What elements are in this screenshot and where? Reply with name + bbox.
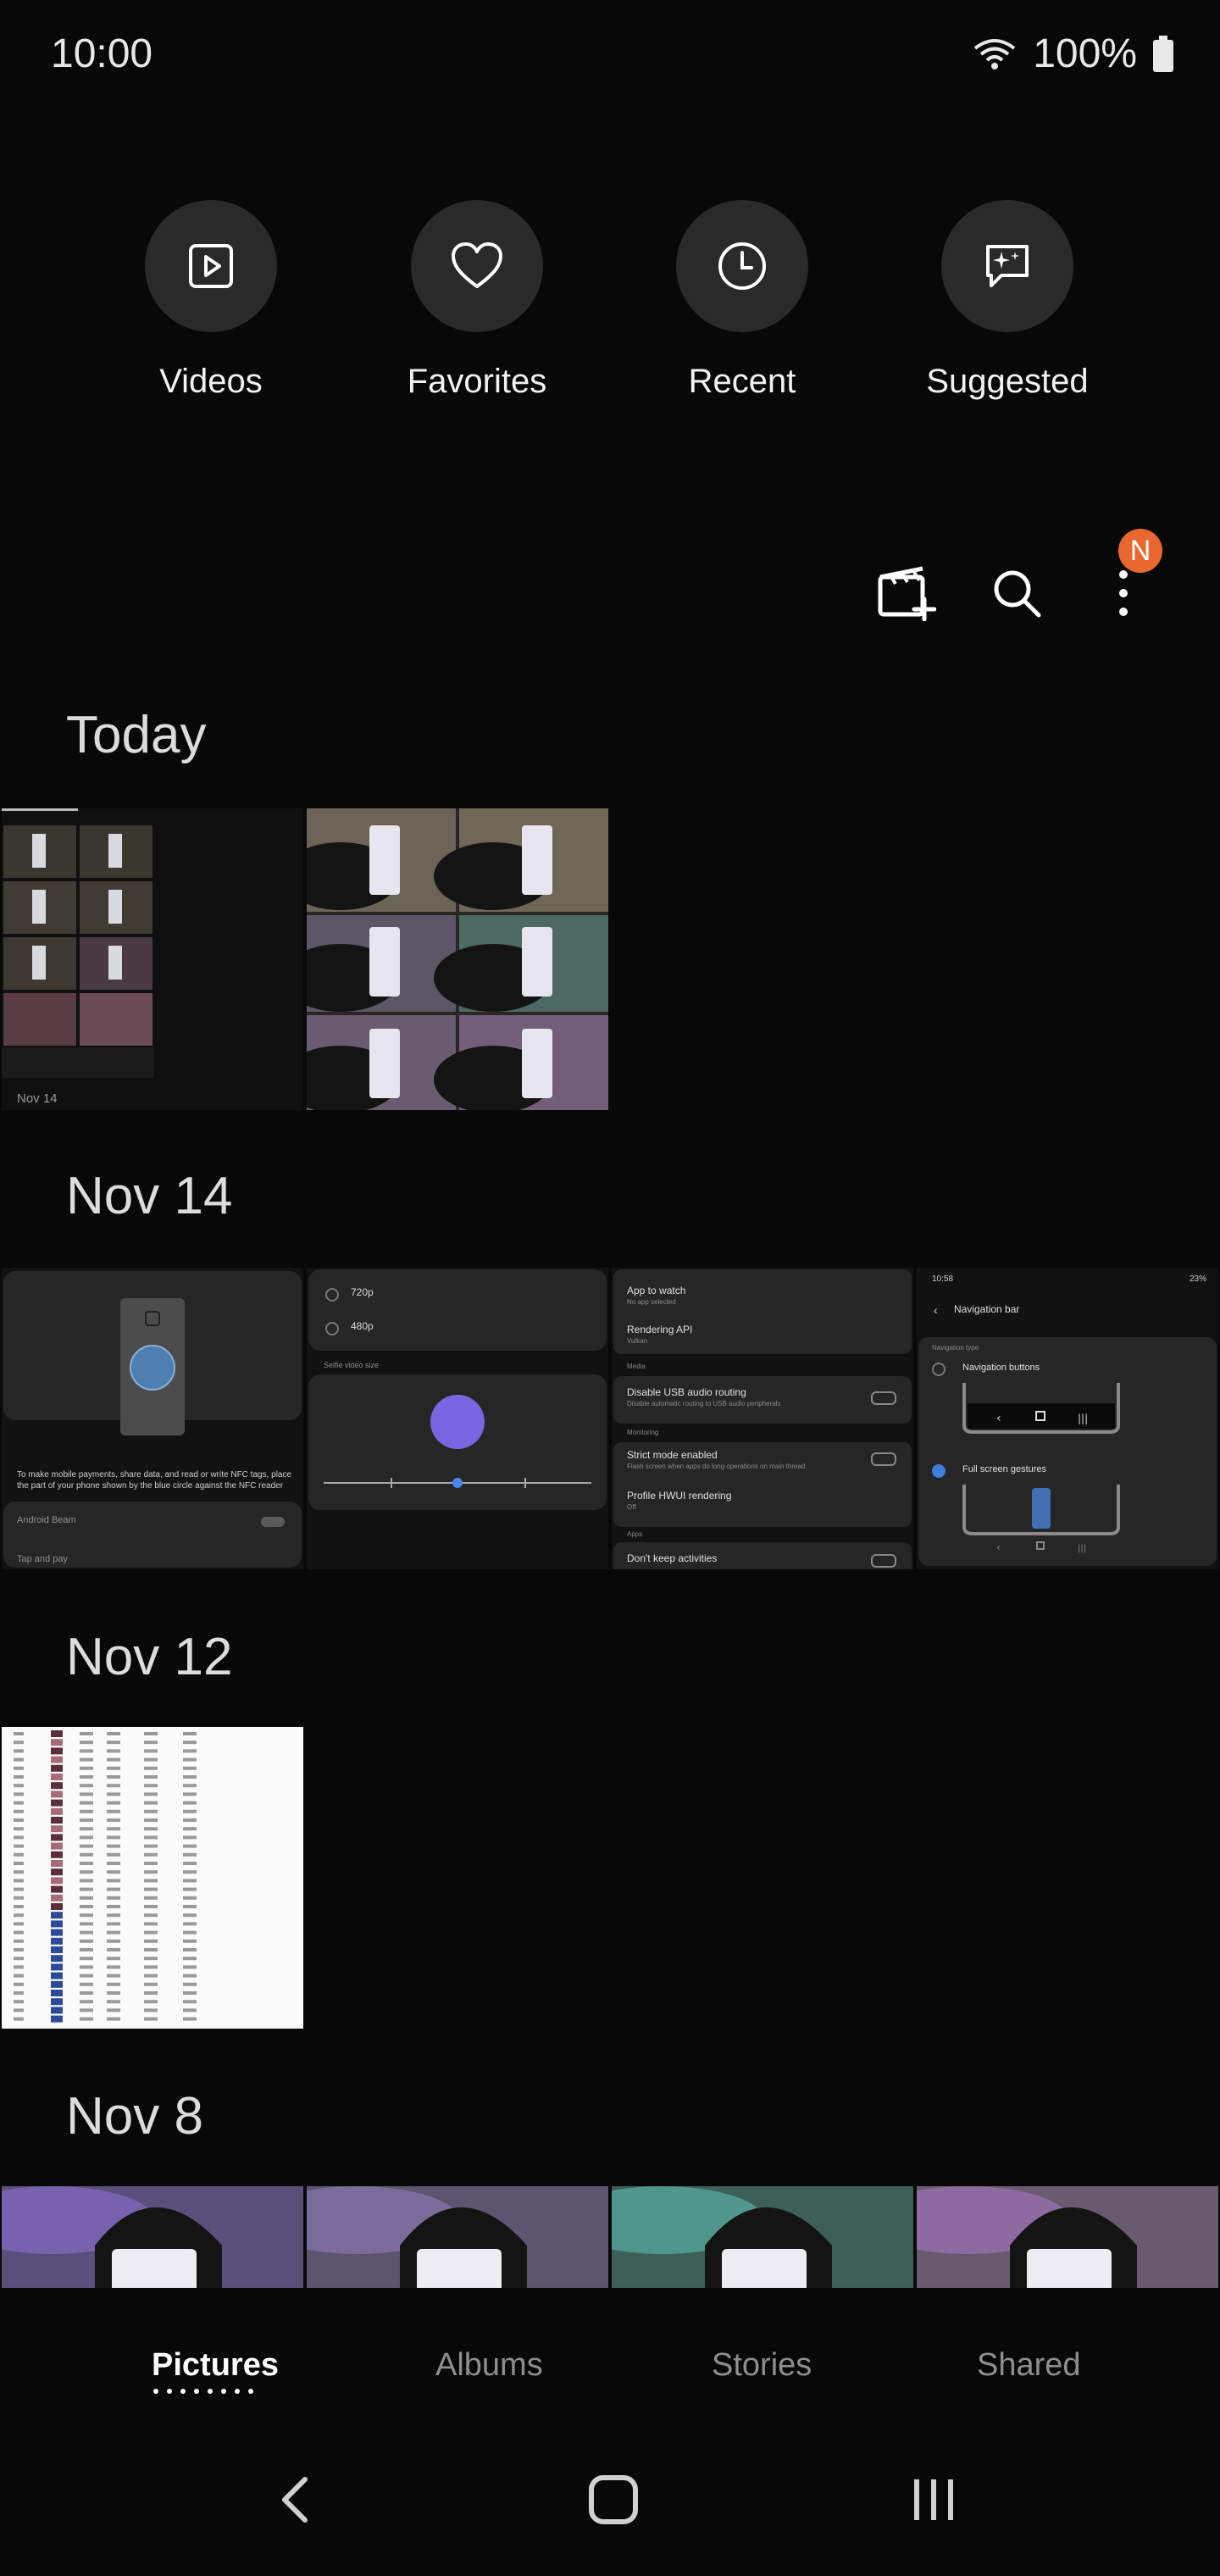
setting-app-to-watch: App to watch — [627, 1285, 686, 1296]
photo-thumbnail[interactable] — [307, 2186, 608, 2288]
active-tab-indicator — [153, 2389, 253, 2394]
avatar — [430, 1395, 485, 1449]
home-button[interactable] — [529, 2423, 698, 2576]
tab-stories[interactable]: Stories — [712, 2347, 812, 2384]
favorites-label: Favorites — [407, 363, 547, 400]
recent-label: Recent — [688, 363, 796, 400]
phone-preview-gestures: ‹ ||| — [962, 1485, 1120, 1553]
setting-rendering-api: Rendering API — [627, 1324, 693, 1335]
status-time: 10:00 — [51, 31, 153, 76]
clock-icon — [718, 242, 766, 290]
spreadsheet-thumbnail — [2, 1727, 303, 2029]
tab-shared[interactable]: Shared — [977, 2347, 1081, 2384]
clapper-plus-icon — [878, 566, 936, 621]
photo-thumbnail-image — [2, 2186, 303, 2288]
wifi-icon — [974, 38, 1016, 69]
nfc-instruction-text: To make mobile payments, share data, and… — [17, 1470, 292, 1491]
recents-icon — [914, 2479, 953, 2520]
photo-thumbnail[interactable] — [917, 2186, 1218, 2288]
photo-thumbnail[interactable]: Nov 14 — [2, 808, 303, 1110]
heart-icon — [452, 242, 502, 288]
status-icons: 100% — [972, 31, 1174, 77]
search-icon — [994, 570, 1041, 618]
sparkle-chat-icon — [986, 245, 1029, 287]
back-arrow-icon: ‹ — [934, 1303, 938, 1317]
tab-albums[interactable]: Albums — [435, 2347, 543, 2384]
section-title-nov-12: Nov 12 — [66, 1628, 233, 1686]
phone-nfc-graphic — [120, 1298, 185, 1435]
system-navigation-bar — [0, 2423, 1220, 2576]
photo-thumbnail-image — [307, 2186, 608, 2288]
photo-thumbnail[interactable] — [2, 2186, 303, 2288]
photo-thumbnail[interactable]: App to watch No app selected Rendering A… — [612, 1268, 913, 1569]
setting-disable-usb-audio: Disable USB audio routing — [627, 1386, 746, 1398]
tap-and-pay-label: Tap and pay — [17, 1554, 68, 1564]
photo-thumbnail[interactable]: To make mobile payments, share data, and… — [2, 1268, 303, 1569]
photo-thumbnail-image — [917, 2186, 1218, 2288]
svg-text:|||: ||| — [1078, 1544, 1086, 1553]
setting-strict-mode: Strict mode enabled — [627, 1449, 718, 1461]
android-beam-label: Android Beam — [17, 1515, 76, 1525]
photo-thumbnail-image — [612, 2186, 913, 2288]
screen-title: Navigation bar — [954, 1303, 1020, 1315]
phone-preview-buttons: ‹ ||| — [962, 1383, 1120, 1434]
favorites-shortcut[interactable]: Favorites — [367, 200, 587, 401]
battery-percent: 100% — [1033, 31, 1137, 76]
more-vertical-icon — [1119, 570, 1128, 616]
photo-thumbnail[interactable] — [612, 2186, 913, 2288]
screenshot-gallery-thumbnail — [2, 808, 303, 1110]
battery-icon — [1153, 35, 1173, 72]
option-480p: 480p — [351, 1320, 374, 1332]
svg-text:|||: ||| — [1078, 1413, 1088, 1424]
create-movie-button[interactable] — [864, 542, 949, 644]
quick-access-row: Videos Favorites Recent Suggested — [0, 200, 1220, 403]
tab-pictures[interactable]: Pictures — [152, 2347, 279, 2384]
strict-mode-toggle — [871, 1452, 896, 1466]
svg-text:‹: ‹ — [996, 1412, 1001, 1425]
suggested-shortcut[interactable]: Suggested — [897, 200, 1117, 401]
option-full-screen-gestures: Full screen gestures — [962, 1464, 1047, 1474]
recents-button[interactable] — [849, 2423, 1018, 2576]
android-beam-toggle — [261, 1517, 285, 1527]
back-button[interactable] — [210, 2423, 380, 2576]
videos-label: Videos — [159, 363, 263, 400]
option-720p: 720p — [351, 1286, 374, 1298]
thumbnail-caption: Nov 14 — [17, 1091, 58, 1106]
gallery-toolbar: N — [864, 529, 1186, 644]
search-button[interactable] — [974, 542, 1059, 644]
photo-collage-thumbnail — [307, 808, 608, 1110]
usb-audio-toggle — [871, 1391, 896, 1405]
setting-dont-keep-activities: Don't keep activities — [627, 1552, 718, 1564]
suggested-label: Suggested — [926, 363, 1089, 400]
play-box-icon — [189, 244, 233, 288]
photo-thumbnail[interactable] — [307, 808, 608, 1110]
svg-text:‹: ‹ — [996, 1541, 1001, 1553]
videos-shortcut[interactable]: Videos — [101, 200, 321, 401]
photo-thumbnail[interactable]: 10:58 23% ‹ Navigation bar Navigation ty… — [917, 1268, 1218, 1569]
home-icon — [589, 2475, 638, 2524]
photo-thumbnail[interactable] — [2, 1727, 303, 2029]
status-bar: 10:00 100% — [0, 0, 1220, 119]
slider-control — [324, 1478, 591, 1488]
setting-profile-hwui: Profile HWUI rendering — [627, 1490, 732, 1502]
selfie-video-size-heading: Selfie video size — [324, 1361, 380, 1369]
photo-thumbnail[interactable]: 720p 480p Selfie video size — [307, 1268, 608, 1569]
option-navigation-buttons: Navigation buttons — [962, 1363, 1040, 1373]
bottom-tab-bar: Pictures Albums Stories Shared — [0, 2288, 1220, 2423]
section-title-nov-8: Nov 8 — [66, 2087, 203, 2146]
recent-shortcut[interactable]: Recent — [632, 200, 852, 401]
notification-badge: N — [1118, 529, 1162, 573]
back-icon — [282, 2477, 308, 2523]
section-title-nov-14: Nov 14 — [66, 1167, 233, 1225]
section-title-today: Today — [66, 706, 207, 764]
